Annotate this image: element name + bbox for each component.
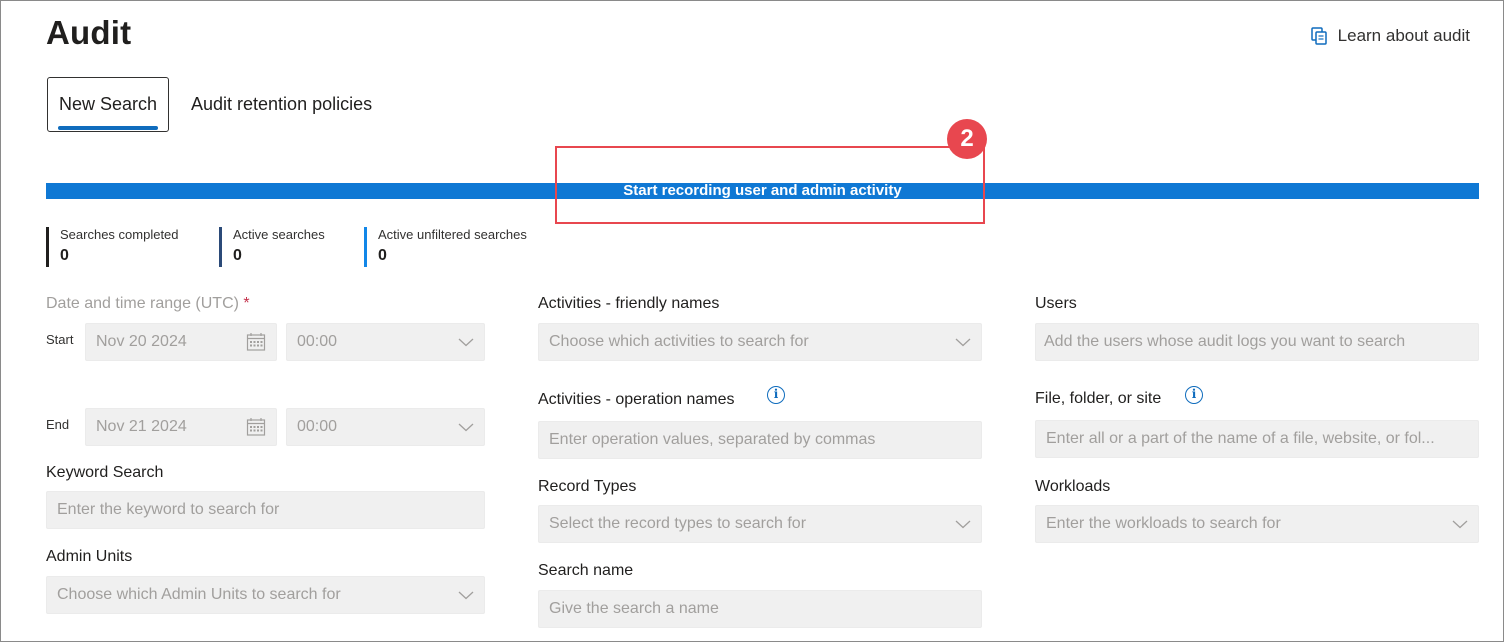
- stat-value: 0: [378, 247, 387, 264]
- end-time-value: 00:00: [297, 418, 338, 435]
- record-types-dropdown[interactable]: Select the record types to search for: [538, 505, 982, 543]
- workloads-label: Workloads: [1035, 478, 1111, 495]
- required-mark: *: [243, 295, 250, 312]
- stat-label: Active unfiltered searches: [378, 227, 527, 242]
- tab-label: Audit retention policies: [191, 94, 373, 114]
- document-copy-icon: [1310, 27, 1328, 45]
- admin-units-placeholder: Choose which Admin Units to search for: [57, 586, 341, 603]
- admin-units-dropdown[interactable]: Choose which Admin Units to search for: [46, 576, 485, 614]
- search-name-placeholder: Give the search a name: [549, 600, 719, 617]
- users-placeholder: Add the users whose audit logs you want …: [1044, 333, 1406, 350]
- chevron-down-icon: [1452, 519, 1468, 529]
- date-range-label: Date and time range (UTC) *: [46, 295, 250, 313]
- page-title: Audit: [46, 14, 132, 51]
- chevron-down-icon: [458, 590, 474, 600]
- date-range-label-text: Date and time range (UTC): [46, 295, 239, 312]
- annotation-step-badge: 2: [947, 119, 987, 159]
- search-name-label: Search name: [538, 562, 634, 579]
- activities-friendly-label: Activities - friendly names: [538, 295, 720, 312]
- start-time-dropdown[interactable]: 00:00: [286, 323, 485, 361]
- chevron-down-icon: [458, 422, 474, 432]
- tab-selected-indicator: [58, 126, 158, 130]
- tab-new-search[interactable]: New Search: [47, 77, 169, 132]
- stat-active-searches: Active searches 0: [219, 227, 325, 267]
- stat-value: 0: [233, 247, 242, 264]
- start-recording-button[interactable]: Start recording user and admin activity: [46, 183, 1479, 199]
- keyword-search-input[interactable]: Enter the keyword to search for: [46, 491, 485, 529]
- stat-value: 0: [60, 247, 69, 264]
- record-types-label: Record Types: [538, 478, 637, 495]
- keyword-search-placeholder: Enter the keyword to search for: [57, 501, 280, 518]
- calendar-icon[interactable]: [246, 417, 266, 437]
- users-label: Users: [1035, 295, 1077, 312]
- activities-operation-placeholder: Enter operation values, separated by com…: [549, 431, 876, 448]
- info-icon[interactable]: i: [767, 386, 785, 404]
- learn-about-audit-link[interactable]: Learn about audit: [1310, 26, 1470, 46]
- chevron-down-icon: [458, 337, 474, 347]
- admin-units-label: Admin Units: [46, 548, 133, 565]
- record-types-placeholder: Select the record types to search for: [549, 515, 807, 532]
- start-date-picker[interactable]: Nov 20 2024: [85, 323, 277, 361]
- stat-searches-completed: Searches completed 0: [46, 227, 179, 267]
- end-label: End: [46, 417, 70, 432]
- tab-audit-retention-policies[interactable]: Audit retention policies: [191, 77, 372, 132]
- chevron-down-icon: [955, 519, 971, 529]
- tab-label: New Search: [58, 94, 158, 114]
- start-time-value: 00:00: [297, 333, 338, 350]
- workloads-placeholder: Enter the workloads to search for: [1046, 515, 1281, 532]
- file-folder-site-placeholder: Enter all or a part of the name of a fil…: [1046, 430, 1435, 447]
- chevron-down-icon: [955, 337, 971, 347]
- stat-label: Searches completed: [60, 227, 179, 242]
- file-folder-site-label: File, folder, or site: [1035, 390, 1162, 407]
- start-label: Start: [46, 332, 74, 347]
- learn-link-label: Learn about audit: [1337, 26, 1470, 45]
- workloads-dropdown[interactable]: Enter the workloads to search for: [1035, 505, 1479, 543]
- stat-label: Active searches: [233, 227, 325, 242]
- stat-active-unfiltered-searches: Active unfiltered searches 0: [364, 227, 527, 267]
- activities-operation-input[interactable]: Enter operation values, separated by com…: [538, 421, 982, 459]
- keyword-search-label: Keyword Search: [46, 464, 164, 481]
- end-time-dropdown[interactable]: 00:00: [286, 408, 485, 446]
- calendar-icon[interactable]: [246, 332, 266, 352]
- file-folder-site-input[interactable]: Enter all or a part of the name of a fil…: [1035, 420, 1479, 458]
- activities-operation-label: Activities - operation names: [538, 391, 735, 408]
- end-date-picker[interactable]: Nov 21 2024: [85, 408, 277, 446]
- search-name-input[interactable]: Give the search a name: [538, 590, 982, 628]
- users-picker[interactable]: Add the users whose audit logs you want …: [1035, 323, 1479, 361]
- info-icon[interactable]: i: [1185, 386, 1203, 404]
- activities-friendly-placeholder: Choose which activities to search for: [549, 333, 809, 350]
- activities-friendly-dropdown[interactable]: Choose which activities to search for: [538, 323, 982, 361]
